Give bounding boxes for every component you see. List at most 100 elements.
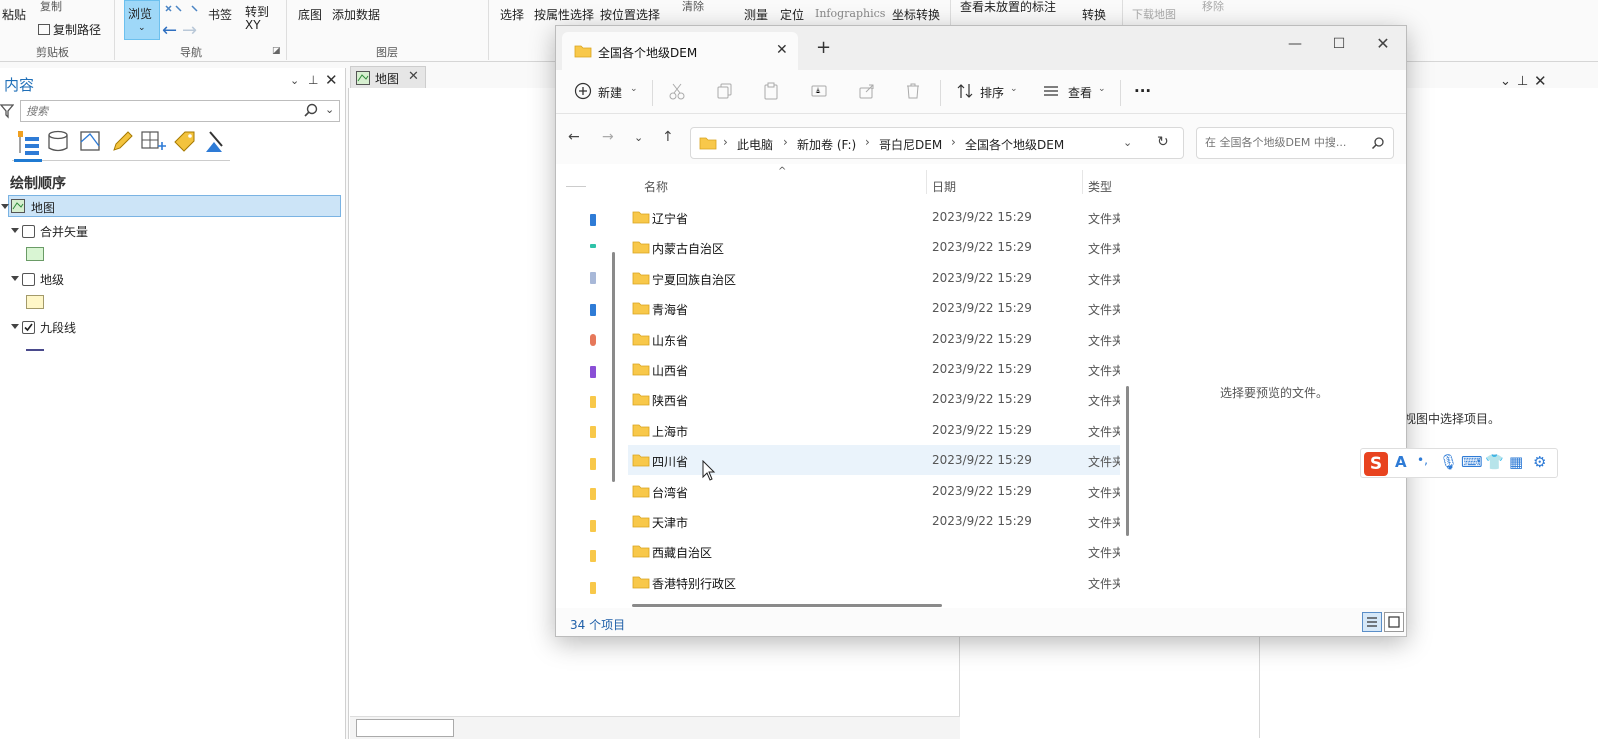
new-plus-icon[interactable] <box>574 82 592 100</box>
filter-icon[interactable] <box>0 103 14 119</box>
breadcrumb-this-pc[interactable]: 此电脑 <box>737 136 773 153</box>
maximize-icon[interactable]: ☐ <box>1324 32 1354 56</box>
download-map-button[interactable]: 下载地图 <box>1132 6 1176 22</box>
goto-xy-button[interactable]: 转到XY <box>245 6 271 32</box>
chevron-down-icon[interactable]: ⌄ <box>1098 84 1106 94</box>
file-list-vertical-scrollbar[interactable] <box>1126 386 1129 536</box>
sort-icon[interactable] <box>956 82 974 100</box>
column-divider[interactable] <box>926 170 927 194</box>
back-arrow-icon[interactable]: ← <box>568 129 580 145</box>
bookmark-button[interactable]: 书签 <box>208 6 232 23</box>
file-row[interactable]: 香港特别行政区 文件夹 <box>628 567 1120 597</box>
new-tab-button[interactable]: + <box>816 37 831 58</box>
up-arrow-icon[interactable]: ↑ <box>662 129 674 145</box>
file-row[interactable]: 辽宁省 2023/9/22 15:29 文件夹 <box>628 202 1120 232</box>
nav-folder-icon[interactable] <box>590 458 596 470</box>
select-button[interactable]: 选择 <box>500 6 524 23</box>
selection-view-icon[interactable] <box>78 128 104 156</box>
file-row[interactable]: 宁夏回族自治区 2023/9/22 15:29 文件夹 <box>628 263 1120 293</box>
search-icon[interactable] <box>303 102 319 118</box>
back-arrow-icon[interactable]: ← <box>162 20 177 41</box>
right-pane-close-icon[interactable]: ✕ <box>1534 72 1547 90</box>
close-tab-icon[interactable]: ✕ <box>776 42 788 58</box>
view-button[interactable]: 查看 <box>1068 84 1092 101</box>
recent-chevron-icon[interactable]: ⌄ <box>634 131 643 144</box>
forward-arrow-icon[interactable]: → <box>182 20 197 41</box>
remove-button[interactable]: 移除 <box>1202 0 1224 14</box>
copy-icon[interactable] <box>716 82 734 100</box>
sort-button[interactable]: 排序 <box>980 84 1004 101</box>
rename-icon[interactable] <box>810 82 828 100</box>
breadcrumb-copernicus[interactable]: 哥白尼DEM <box>879 136 942 153</box>
file-row[interactable]: 陕西省 2023/9/22 15:29 文件夹 <box>628 384 1120 414</box>
locate-button[interactable]: 定位 <box>780 6 804 23</box>
expand-layer-icon[interactable] <box>11 228 19 233</box>
layer-merged-vector-checkbox[interactable] <box>22 225 35 238</box>
file-row[interactable]: 内蒙古自治区 2023/9/22 15:29 文件夹 <box>628 232 1120 262</box>
chevron-down-icon[interactable]: ⌄ <box>325 103 334 116</box>
editing-pencil-icon[interactable] <box>110 128 136 156</box>
file-row[interactable]: 山西省 2023/9/22 15:29 文件夹 <box>628 354 1120 384</box>
nav-folder-icon[interactable] <box>590 582 596 594</box>
expand-layer-icon[interactable] <box>11 276 19 281</box>
nav-item-icon[interactable] <box>590 304 596 316</box>
explorer-search-input[interactable] <box>1205 128 1375 156</box>
nine-dash-swatch[interactable] <box>26 349 44 351</box>
column-header-name[interactable]: 名称 <box>644 178 668 195</box>
expand-map-icon[interactable] <box>1 204 9 209</box>
measure-button[interactable]: 测量 <box>744 6 768 23</box>
minimize-icon[interactable]: — <box>1280 32 1310 56</box>
view-icon[interactable] <box>1042 82 1060 100</box>
add-data-button[interactable]: 添加数据 <box>332 6 380 23</box>
refresh-icon[interactable]: ↻ <box>1157 134 1169 150</box>
share-icon[interactable] <box>858 82 876 100</box>
view-unplaced-labels-button[interactable]: 查看未放置的标注 <box>960 0 1056 15</box>
toolbox-grid-icon[interactable]: ▦ <box>1509 453 1523 471</box>
nav-item-icon[interactable] <box>590 244 596 248</box>
copy-path-button[interactable]: 复制路径 <box>38 21 101 38</box>
layer-nine-dash-checkbox[interactable] <box>22 321 35 334</box>
close-pane-icon[interactable]: ✕ <box>325 71 338 89</box>
dialog-launcher-icon[interactable]: ◪ <box>272 46 281 56</box>
settings-gear-icon[interactable]: ⚙ <box>1533 453 1546 471</box>
scale-input[interactable] <box>356 719 454 737</box>
clear-button[interactable]: 清除 <box>682 0 704 14</box>
layer-prefecture-checkbox[interactable] <box>22 273 35 286</box>
nav-folder-icon[interactable] <box>590 550 596 562</box>
address-history-chevron-icon[interactable]: ⌄ <box>1123 136 1132 149</box>
tab-map[interactable]: 地图 ✕ <box>350 66 426 88</box>
ime-language-icon[interactable]: A <box>1395 453 1407 471</box>
file-row[interactable]: 青海省 2023/9/22 15:29 文件夹 <box>628 293 1120 323</box>
select-by-attr-button[interactable]: 按属性选择 <box>534 6 594 23</box>
nav-folder-icon[interactable] <box>590 426 596 438</box>
infographics-button[interactable]: Infographics <box>815 7 885 20</box>
symbology-brush-icon[interactable] <box>202 128 228 156</box>
drawing-order-icon[interactable] <box>16 128 42 156</box>
forward-arrow-icon[interactable]: → <box>602 129 614 145</box>
nav-item-icon[interactable] <box>590 272 596 284</box>
delete-icon[interactable] <box>904 82 922 100</box>
sogou-logo-icon[interactable]: S <box>1364 452 1388 476</box>
column-divider[interactable] <box>1082 170 1083 194</box>
microphone-icon[interactable]: 🎙 <box>1439 453 1458 471</box>
full-extent-icon[interactable] <box>164 4 200 18</box>
chevron-down-icon[interactable]: ⌄ <box>1010 84 1018 94</box>
browse-button[interactable]: 浏览 ⌄ <box>124 0 160 40</box>
pin-icon[interactable]: ⊥ <box>308 73 318 87</box>
large-icons-view-button[interactable] <box>1384 612 1404 632</box>
cut-icon[interactable] <box>668 82 686 100</box>
select-by-location-button[interactable]: 按位置选择 <box>600 6 660 23</box>
column-header-date[interactable]: 日期 <box>932 178 956 195</box>
nav-folder-icon[interactable] <box>590 396 596 408</box>
contents-search-input[interactable] <box>21 101 291 121</box>
right-pane-chevron-icon[interactable]: ⌄ <box>1500 74 1511 89</box>
right-pane-pin-icon[interactable]: ⊥ <box>1517 74 1528 89</box>
keyboard-icon[interactable]: ⌨ <box>1461 453 1483 471</box>
nav-item-icon[interactable] <box>590 366 596 378</box>
paste-button[interactable]: 粘贴 <box>2 6 26 23</box>
copy-button[interactable]: 复制 <box>40 0 62 14</box>
nav-item-icon[interactable] <box>590 334 596 346</box>
labeling-tag-icon[interactable] <box>172 128 198 156</box>
nav-folder-icon[interactable] <box>590 520 596 532</box>
expand-layer-icon[interactable] <box>11 324 19 329</box>
